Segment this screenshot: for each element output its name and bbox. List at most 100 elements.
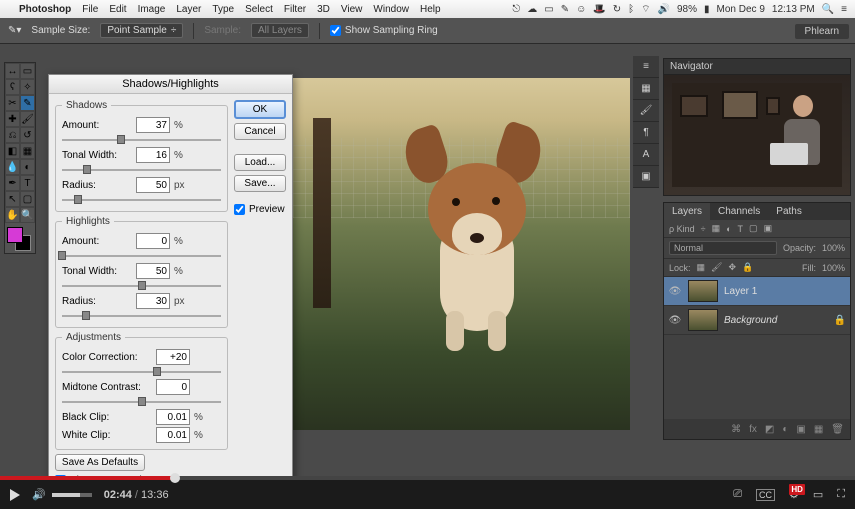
adjustment-layer-icon[interactable]: ◐ bbox=[782, 424, 788, 435]
layer-thumbnail[interactable] bbox=[688, 309, 718, 331]
sample-dropdown[interactable]: All Layers bbox=[251, 23, 309, 38]
magic-wand-tool-icon[interactable]: ✧ bbox=[20, 79, 35, 95]
sample-size-dropdown[interactable]: Point Sample ÷ bbox=[100, 23, 183, 38]
preview-checkbox[interactable]: Preview bbox=[234, 204, 286, 215]
highlights-amount-input[interactable] bbox=[136, 233, 170, 249]
menu-view[interactable]: View bbox=[341, 4, 363, 15]
paragraph-panel-icon[interactable]: ¶ bbox=[633, 122, 659, 144]
settings-gear-icon[interactable]: ⚙HD bbox=[789, 488, 799, 501]
battery-percent[interactable]: 98% bbox=[677, 4, 697, 15]
highlights-tonal-slider[interactable] bbox=[62, 281, 221, 291]
menubar-time[interactable]: 12:13 PM bbox=[772, 4, 815, 15]
pen-tool-icon[interactable]: ✒ bbox=[5, 175, 20, 191]
load-button[interactable]: Load... bbox=[234, 154, 286, 171]
sync-icon[interactable]: ↻ bbox=[613, 4, 621, 15]
menu-filter[interactable]: Filter bbox=[284, 4, 306, 15]
path-selection-tool-icon[interactable]: ↖ bbox=[5, 191, 20, 207]
cancel-button[interactable]: Cancel bbox=[234, 123, 286, 140]
layer-name[interactable]: Layer 1 bbox=[724, 286, 757, 297]
fullscreen-icon[interactable]: ⛶ bbox=[837, 488, 845, 501]
lock-transparency-icon[interactable]: ▦ bbox=[697, 262, 706, 273]
navigator-preview[interactable] bbox=[664, 75, 850, 195]
link-layers-icon[interactable]: ⌘ bbox=[731, 424, 741, 435]
shadows-tonal-input[interactable] bbox=[136, 147, 170, 163]
swatches-panel-icon[interactable]: ▦ bbox=[633, 78, 659, 100]
menubar-app-name[interactable]: Photoshop bbox=[19, 4, 71, 15]
volume-control[interactable]: 🔊 bbox=[32, 488, 92, 501]
save-as-defaults-button[interactable]: Save As Defaults bbox=[55, 454, 145, 471]
layer-mask-icon[interactable]: ◩ bbox=[765, 424, 774, 435]
shape-tool-icon[interactable]: ▢ bbox=[20, 191, 35, 207]
blend-mode-dropdown[interactable]: Normal bbox=[669, 241, 777, 255]
layer-group-icon[interactable]: ▣ bbox=[796, 424, 805, 435]
layer-visibility-icon[interactable]: 👁 bbox=[668, 313, 682, 327]
zoom-tool-icon[interactable]: 🔍 bbox=[20, 207, 35, 223]
layer-style-icon[interactable]: fx bbox=[749, 424, 757, 435]
color-correction-slider[interactable] bbox=[62, 367, 221, 377]
menu-type[interactable]: Type bbox=[212, 4, 234, 15]
eyedropper-tool-icon[interactable]: ✎ bbox=[20, 95, 35, 111]
filter-adjustment-icon[interactable]: ◐ bbox=[726, 224, 731, 234]
midtone-contrast-input[interactable] bbox=[156, 379, 190, 395]
character-panel-icon[interactable]: A bbox=[633, 144, 659, 166]
captions-icon[interactable]: CC bbox=[756, 489, 775, 501]
menu-select[interactable]: Select bbox=[245, 4, 273, 15]
display-icon[interactable]: ▭ bbox=[544, 4, 553, 15]
menu-3d[interactable]: 3D bbox=[317, 4, 330, 15]
paths-tab[interactable]: Paths bbox=[768, 203, 810, 220]
menu-help[interactable]: Help bbox=[420, 4, 441, 15]
layers-tab[interactable]: Layers bbox=[664, 203, 710, 220]
midtone-contrast-slider[interactable] bbox=[62, 397, 221, 407]
save-button[interactable]: Save... bbox=[234, 175, 286, 192]
volume-icon[interactable]: 🔊 bbox=[32, 488, 46, 501]
actions-panel-icon[interactable]: ▣ bbox=[633, 166, 659, 188]
menu-edit[interactable]: Edit bbox=[109, 4, 126, 15]
color-correction-input[interactable] bbox=[156, 349, 190, 365]
shadows-tonal-slider[interactable] bbox=[62, 165, 221, 175]
layer-thumbnail[interactable] bbox=[688, 280, 718, 302]
lock-position-icon[interactable]: ✥ bbox=[728, 262, 736, 273]
layer-visibility-icon[interactable]: 👁 bbox=[668, 284, 682, 298]
filter-pixel-icon[interactable]: ▦ bbox=[712, 223, 721, 234]
new-layer-icon[interactable]: ▦ bbox=[814, 424, 823, 435]
cloud-icon[interactable]: ☁ bbox=[527, 4, 537, 15]
brush-tool-icon[interactable]: 🖌 bbox=[20, 111, 35, 127]
notification-center-icon[interactable]: ≡ bbox=[841, 4, 847, 15]
color-swatches[interactable] bbox=[5, 225, 35, 253]
channels-tab[interactable]: Channels bbox=[710, 203, 768, 220]
highlights-radius-slider[interactable] bbox=[62, 311, 221, 321]
watch-later-icon[interactable]: ⎚ bbox=[733, 488, 742, 501]
clone-stamp-tool-icon[interactable]: ⎌ bbox=[5, 127, 20, 143]
show-sampling-ring-checkbox[interactable]: Show Sampling Ring bbox=[330, 25, 438, 36]
wifi-icon[interactable]: ⌔ bbox=[641, 3, 650, 16]
lasso-tool-icon[interactable]: ʕ bbox=[5, 79, 20, 95]
blur-tool-icon[interactable]: 💧 bbox=[5, 159, 20, 175]
theater-mode-icon[interactable]: ▭ bbox=[813, 488, 823, 501]
alfred-icon[interactable]: 🎩 bbox=[593, 4, 605, 15]
bluetooth-icon[interactable]: ᛒ bbox=[628, 4, 634, 15]
shadows-amount-slider[interactable] bbox=[62, 135, 221, 145]
document-canvas[interactable] bbox=[293, 78, 630, 430]
shadows-radius-input[interactable] bbox=[136, 177, 170, 193]
menubar-date[interactable]: Mon Dec 9 bbox=[717, 4, 765, 15]
fill-value[interactable]: 100% bbox=[822, 263, 845, 273]
gradient-tool-icon[interactable]: ▦ bbox=[20, 143, 35, 159]
black-clip-input[interactable] bbox=[156, 409, 190, 425]
menu-window[interactable]: Window bbox=[373, 4, 409, 15]
opacity-value[interactable]: 100% bbox=[822, 243, 845, 253]
filter-shape-icon[interactable]: ▢ bbox=[749, 223, 758, 234]
highlights-radius-input[interactable] bbox=[136, 293, 170, 309]
history-brush-tool-icon[interactable]: ↺ bbox=[20, 127, 35, 143]
spotlight-icon[interactable]: 🔍 bbox=[822, 4, 834, 15]
lock-all-icon[interactable]: 🔒 bbox=[742, 262, 753, 273]
marquee-tool-icon[interactable]: ▭ bbox=[20, 63, 35, 79]
ok-button[interactable]: OK bbox=[234, 100, 286, 119]
menu-image[interactable]: Image bbox=[138, 4, 166, 15]
hand-tool-icon[interactable]: ✋ bbox=[5, 207, 20, 223]
highlights-tonal-input[interactable] bbox=[136, 263, 170, 279]
shadows-radius-slider[interactable] bbox=[62, 195, 221, 205]
lock-pixels-icon[interactable]: 🖌 bbox=[711, 262, 722, 273]
eyedropper-tool-icon[interactable]: ✎▾ bbox=[8, 25, 21, 36]
filter-type-icon[interactable]: T bbox=[738, 224, 744, 234]
highlights-amount-slider[interactable] bbox=[62, 251, 221, 261]
